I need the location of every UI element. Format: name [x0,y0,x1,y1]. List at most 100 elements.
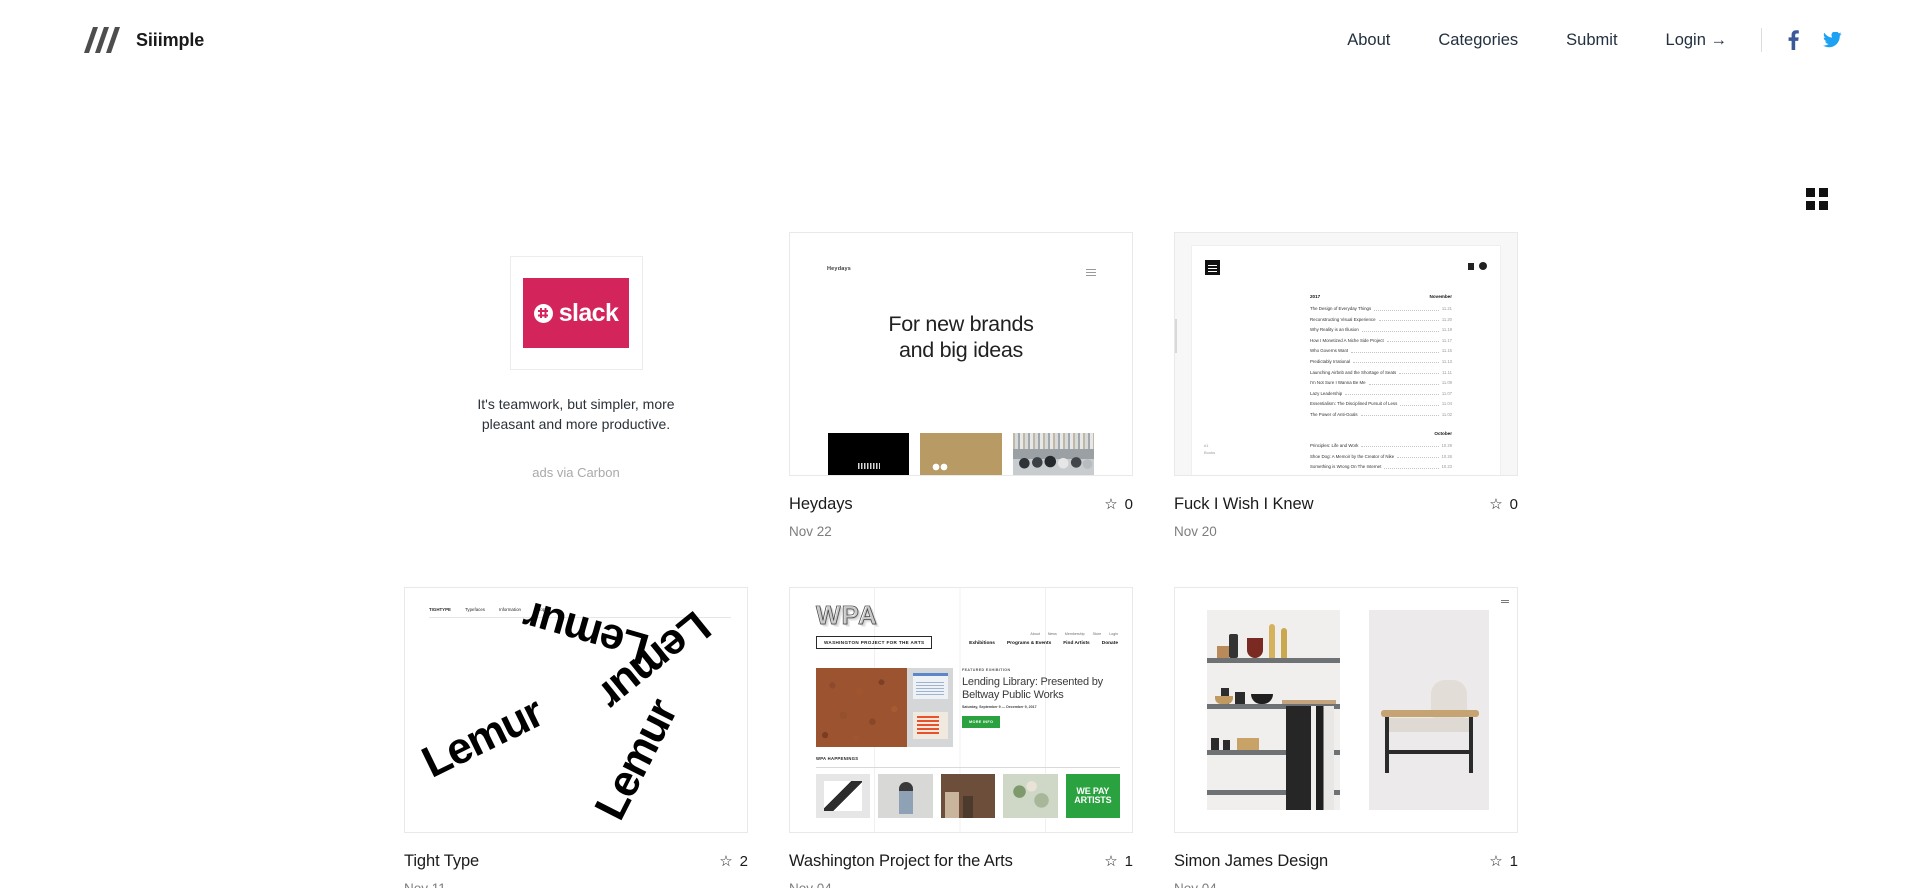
ad-cell: slack It's teamwork, but simpler, more p… [404,232,748,539]
index-rows-november: The Design of Everyday Things 11.21 Recons… [1310,306,1452,417]
lemur-word-3: Lemur [585,692,687,828]
index-row[interactable]: The Power of Anti-Goals 11.02 [1310,412,1452,417]
tt-nav-information: Information [498,607,521,612]
card-title[interactable]: Simon James Design [1174,852,1328,871]
site-mark-icon [1205,260,1220,275]
tt-nav-typefaces: Typefaces [464,607,485,612]
index-row[interactable]: Principles: Life and Work 10.29 [1310,443,1452,448]
card-tight-type: TIGHTYPE Typefaces Information Shop Lemu… [404,587,748,888]
index-row-leader [1386,338,1439,343]
star-count: 0 [1509,496,1518,513]
tt-nav-brand: TIGHTYPE [429,607,451,612]
block-black [828,433,910,475]
card-simon-james-design: Simon James Design ☆ 1 Nov 04 [1174,587,1518,888]
card-thumbnail[interactable]: Heydays For new brands and big ideas [789,232,1133,476]
index-row-title: Predictably Irrational [1310,358,1351,364]
ad-attribution[interactable]: ads via Carbon [532,465,619,480]
card-meta: Heydays ☆ 0 Nov 22 [789,476,1133,539]
grid-square-1 [1806,188,1815,197]
star-count-button[interactable]: ☆ 0 [1104,496,1133,513]
heydays-artwork: Heydays For new brands and big ideas [790,233,1132,475]
index-row-date: 10.23 [1441,464,1452,470]
heydays-headline: For new brands and big ideas [888,312,1034,363]
showcase-grid-row-2: TIGHTYPE Typefaces Information Shop Lemu… [0,587,1920,888]
index-row[interactable]: The Design of Everyday Things 11.21 [1310,306,1452,311]
index-row-title: Why Reality is an Illusion [1310,327,1359,333]
star-outline-icon: ☆ [1104,496,1118,513]
index-row-leader [1351,349,1439,353]
index-row[interactable]: Reconstructing Visual Experience 11.20 [1310,317,1452,322]
poster-orange [913,712,948,739]
index-row[interactable]: Essentialism: The Disciplined Pursuit of… [1310,401,1452,406]
index-year: 2017 [1310,294,1321,299]
index-row-date: 11.04 [1441,401,1452,407]
slack-logo: slack [523,278,629,348]
twitter-icon[interactable] [1823,31,1842,48]
index-row-leader [1361,443,1439,448]
star-count-button[interactable]: ☆ 2 [719,853,748,870]
index-row[interactable]: Something is Wrong On The Internet 10.23 [1310,464,1452,469]
strip-photo-2 [878,774,933,818]
wpa-main-nav: Exhibitions Programs & Events Find Artis… [969,641,1118,646]
nav-link-categories[interactable]: Categories [1438,31,1518,50]
bench-product-photo [1369,610,1489,810]
card-date: Nov 20 [1174,524,1217,539]
index-row-title: I'm Not Sure I Wanna Be Me [1310,380,1366,386]
card-thumbnail[interactable]: TIGHTYPE Typefaces Information Shop Lemu… [404,587,748,833]
card-title[interactable]: Fuck I Wish I Knew [1174,495,1314,514]
index-row-leader [1361,328,1439,332]
card-title[interactable]: Heydays [789,495,853,514]
strip-photo-1 [816,774,871,818]
card-meta: Tight Type ☆ 2 Nov 11 [404,833,748,888]
hamburger-icon [1501,600,1509,603]
card-date: Nov 04 [1174,881,1518,888]
index-row-date: 10.26 [1441,453,1452,459]
card-title[interactable]: Tight Type [404,852,479,871]
index-row-date: 11.02 [1441,411,1452,417]
contrast-icon [1479,262,1487,270]
star-count: 2 [739,853,748,870]
index-row-date: 11.07 [1441,390,1452,396]
index-row[interactable]: Predictably Irrational 11.13 [1310,359,1452,364]
index-row-leader [1374,307,1439,311]
index-month-2: October [1434,430,1452,436]
card-thumbnail[interactable]: WPA WASHINGTON PROJECT FOR THE ARTS Abou… [789,587,1133,833]
card-thumbnail[interactable] [1174,587,1518,833]
grid-square-4 [1819,201,1828,210]
card-title[interactable]: Washington Project for the Arts [789,852,1013,871]
index-row[interactable]: I'm Not Sure I Wanna Be Me 11.09 [1310,380,1452,385]
index-row-date: 11.21 [1441,306,1452,311]
index-row-date: 11.09 [1441,380,1452,386]
index-row[interactable]: Launching Airbnb and the Shortage of Sea… [1310,370,1452,375]
index-row[interactable]: Why Reality is an Illusion 11.19 [1310,327,1452,332]
nav-link-login[interactable]: Login → [1666,31,1727,50]
brand-logo-link[interactable]: Siiimple [84,27,204,53]
ad-text[interactable]: It's teamwork, but simpler, more pleasan… [451,394,701,435]
card-meta: Simon James Design ☆ 1 Nov 04 [1174,833,1518,888]
wpa-top-nav: About News Membership Store Login [1030,632,1118,636]
index-row-leader [1397,454,1439,459]
page-icons [1468,262,1487,270]
star-count-button[interactable]: ☆ 1 [1489,853,1518,870]
ad-image-link[interactable]: slack [509,256,643,370]
index-row-leader [1360,412,1439,417]
wpa-section-title: WPA HAPPENINGS [816,756,859,761]
nav-link-about[interactable]: About [1347,31,1390,50]
nav-link-submit[interactable]: Submit [1566,31,1617,50]
index-row[interactable]: How I Monetized A Niche Side Project 11.1… [1310,338,1452,343]
we-pay-artists-promo: WE PAY ARTISTS [1065,774,1121,818]
star-outline-icon: ☆ [1489,853,1503,870]
star-count: 1 [1509,853,1518,870]
grid-view-icon[interactable] [1806,188,1828,210]
star-count-button[interactable]: ☆ 0 [1489,496,1518,513]
list-icon [1468,262,1474,270]
wpa-artwork: WPA WASHINGTON PROJECT FOR THE ARTS Abou… [790,588,1132,832]
index-row[interactable]: Who Governs Want 11.15 [1310,348,1452,353]
star-count-button[interactable]: ☆ 1 [1104,853,1133,870]
facebook-icon[interactable] [1788,30,1799,50]
slack-hash-icon [533,303,553,323]
card-heydays: Heydays For new brands and big ideas Hey… [789,232,1133,539]
index-row[interactable]: Lazy Leadership 11.07 [1310,391,1452,396]
index-row[interactable]: Shoe Dog: A Memoir by the Creator of Nik… [1310,454,1452,459]
card-thumbnail[interactable]: 2017 November The Design of Everyday Thi… [1174,232,1518,476]
